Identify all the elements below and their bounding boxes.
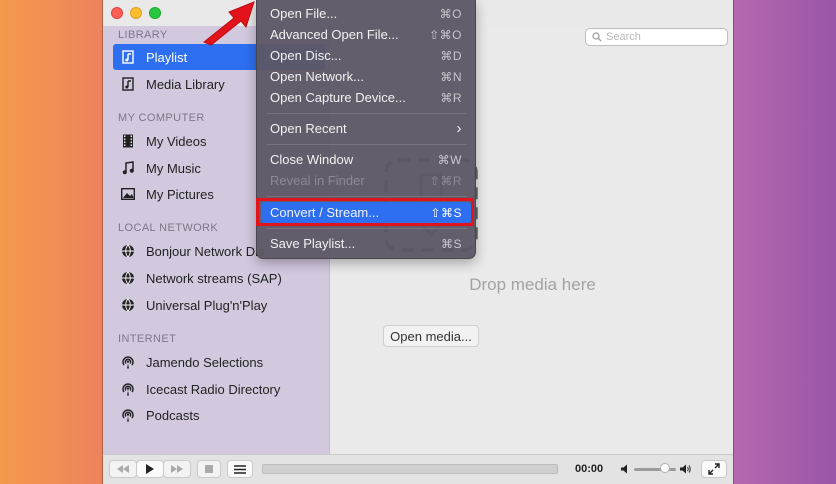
sidebar-item-label: Podcasts <box>146 407 200 423</box>
zoom-window-button[interactable] <box>149 7 161 19</box>
media-library-icon <box>121 77 135 91</box>
fullscreen-icon <box>708 463 720 475</box>
search-placeholder: Search <box>606 31 641 43</box>
menu-item-reveal-in-finder: Reveal in Finder ⇧⌘R <box>270 173 462 188</box>
menu-separator <box>267 113 467 114</box>
section-header-internet: INTERNET <box>118 333 177 345</box>
section-header-my-computer: MY COMPUTER <box>118 112 205 124</box>
menu-separator <box>267 144 467 145</box>
search-icon <box>592 32 602 42</box>
menu-item-open-file[interactable]: Open File... ⌘O <box>261 3 471 24</box>
file-menu: Open File... ⌘O Advanced Open File... ⇧⌘O … <box>256 0 476 259</box>
open-media-button[interactable]: Open media... <box>383 325 479 347</box>
play-button[interactable] <box>136 460 164 478</box>
menu-item-save-playlist[interactable]: Save Playlist... ⌘S <box>261 233 471 254</box>
rewind-button[interactable] <box>109 460 137 478</box>
podcast-icon <box>121 408 135 422</box>
search-input[interactable]: Search <box>585 28 728 46</box>
menu-item-convert-stream[interactable]: Convert / Stream... ⇧⌘S <box>261 202 471 223</box>
menu-item-open-network[interactable]: Open Network... ⌘N <box>261 66 471 87</box>
section-header-library: LIBRARY <box>118 29 168 41</box>
chevron-right-icon: › <box>456 120 462 137</box>
sidebar-item-label: Media Library <box>146 76 225 92</box>
sidebar-item-label: Network streams (SAP) <box>146 270 282 286</box>
podcast-icon <box>121 382 135 396</box>
elapsed-time: 00:00 <box>575 463 604 475</box>
sidebar-item-label: My Videos <box>146 133 207 149</box>
red-arrow-annotation-icon <box>203 1 255 46</box>
playlist-toggle-button[interactable] <box>227 460 253 478</box>
volume-high-icon <box>680 464 691 474</box>
playlist-icon <box>121 50 135 64</box>
globe-icon <box>121 271 135 285</box>
sidebar-item-label: Bonjour Network Dis <box>146 243 265 259</box>
picture-icon <box>121 187 135 201</box>
globe-icon <box>121 244 135 258</box>
drop-media-text: Drop media here <box>469 275 596 294</box>
play-icon <box>146 464 154 474</box>
player-controls: 00:00 <box>103 454 733 484</box>
sidebar-item-icecast[interactable]: Icecast Radio Directory <box>113 376 325 402</box>
rewind-icon <box>117 465 129 473</box>
sidebar-item-upnp[interactable]: Universal Plug'n'Play <box>113 292 325 318</box>
menu-item-open-capture-device[interactable]: Open Capture Device... ⌘R <box>261 87 471 108</box>
menu-item-open-disc[interactable]: Open Disc... ⌘D <box>261 45 471 66</box>
menu-separator <box>267 228 467 229</box>
sidebar-item-jamendo[interactable]: Jamendo Selections <box>113 349 325 375</box>
sidebar-item-label: Playlist <box>146 49 188 65</box>
stop-icon <box>205 465 213 473</box>
globe-icon <box>121 298 135 312</box>
section-header-local-network: LOCAL NETWORK <box>118 222 219 234</box>
sidebar-item-label: Jamendo Selections <box>146 354 264 370</box>
sidebar-item-label: Icecast Radio Directory <box>146 381 281 397</box>
sidebar-item-label: Universal Plug'n'Play <box>146 297 268 313</box>
stop-button[interactable] <box>197 460 221 478</box>
sidebar-item-podcasts[interactable]: Podcasts <box>113 402 325 428</box>
close-window-button[interactable] <box>111 7 123 19</box>
menu-item-open-recent[interactable]: Open Recent › <box>261 118 471 139</box>
fast-forward-button[interactable] <box>163 460 191 478</box>
volume-low-icon <box>621 464 627 474</box>
menu-separator <box>267 196 467 197</box>
film-icon <box>121 134 135 148</box>
sidebar-item-sap[interactable]: Network streams (SAP) <box>113 265 325 291</box>
minimize-window-button[interactable] <box>130 7 142 19</box>
sidebar-item-label: My Music <box>146 160 201 176</box>
fullscreen-button[interactable] <box>701 460 727 478</box>
podcast-icon <box>121 355 135 369</box>
music-note-icon <box>121 161 135 175</box>
fast-forward-icon <box>171 465 183 473</box>
menu-item-advanced-open-file[interactable]: Advanced Open File... ⇧⌘O <box>261 24 471 45</box>
volume-slider-knob[interactable] <box>660 463 670 473</box>
playback-progress-bar[interactable] <box>262 464 558 474</box>
list-icon <box>234 464 246 474</box>
menu-item-close-window[interactable]: Close Window ⌘W <box>261 149 471 170</box>
sidebar-item-label: My Pictures <box>146 186 214 202</box>
